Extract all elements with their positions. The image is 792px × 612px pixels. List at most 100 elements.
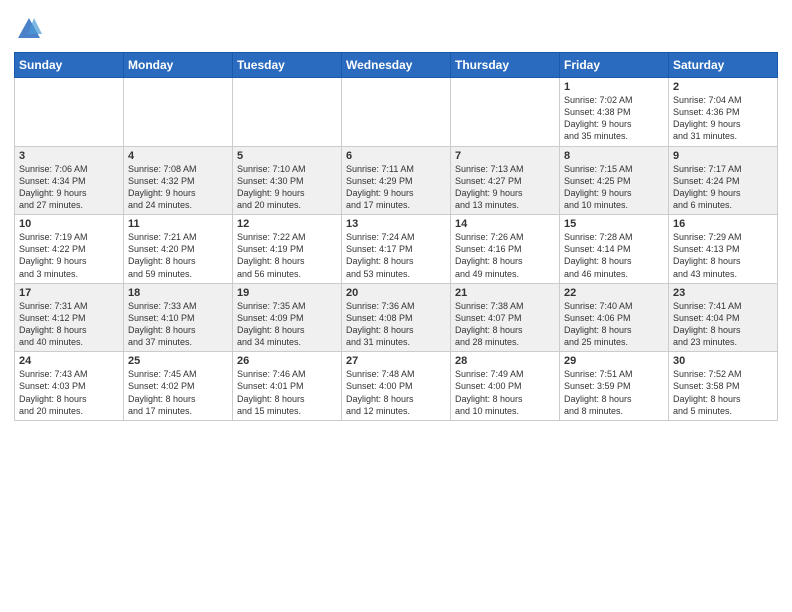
day-number: 2 (673, 81, 773, 93)
week-row-3: 10Sunrise: 7:19 AM Sunset: 4:22 PM Dayli… (15, 215, 778, 284)
day-number: 10 (19, 218, 119, 230)
day-cell: 30Sunrise: 7:52 AM Sunset: 3:58 PM Dayli… (669, 352, 778, 421)
day-number: 22 (564, 287, 664, 299)
day-info: Sunrise: 7:38 AM Sunset: 4:07 PM Dayligh… (455, 300, 555, 349)
day-number: 4 (128, 150, 228, 162)
day-cell: 27Sunrise: 7:48 AM Sunset: 4:00 PM Dayli… (342, 352, 451, 421)
col-header-thursday: Thursday (451, 53, 560, 78)
day-cell: 11Sunrise: 7:21 AM Sunset: 4:20 PM Dayli… (124, 215, 233, 284)
day-cell: 22Sunrise: 7:40 AM Sunset: 4:06 PM Dayli… (560, 283, 669, 352)
day-cell: 15Sunrise: 7:28 AM Sunset: 4:14 PM Dayli… (560, 215, 669, 284)
day-cell: 7Sunrise: 7:13 AM Sunset: 4:27 PM Daylig… (451, 146, 560, 215)
day-info: Sunrise: 7:15 AM Sunset: 4:25 PM Dayligh… (564, 163, 664, 212)
day-number: 7 (455, 150, 555, 162)
day-number: 20 (346, 287, 446, 299)
day-info: Sunrise: 7:40 AM Sunset: 4:06 PM Dayligh… (564, 300, 664, 349)
logo-icon (14, 14, 44, 44)
day-number: 21 (455, 287, 555, 299)
logo (14, 14, 48, 44)
col-header-saturday: Saturday (669, 53, 778, 78)
day-number: 28 (455, 355, 555, 367)
day-cell: 6Sunrise: 7:11 AM Sunset: 4:29 PM Daylig… (342, 146, 451, 215)
day-cell: 12Sunrise: 7:22 AM Sunset: 4:19 PM Dayli… (233, 215, 342, 284)
day-number: 30 (673, 355, 773, 367)
day-number: 18 (128, 287, 228, 299)
week-row-4: 17Sunrise: 7:31 AM Sunset: 4:12 PM Dayli… (15, 283, 778, 352)
col-header-monday: Monday (124, 53, 233, 78)
day-cell (451, 78, 560, 147)
day-info: Sunrise: 7:45 AM Sunset: 4:02 PM Dayligh… (128, 368, 228, 417)
day-info: Sunrise: 7:51 AM Sunset: 3:59 PM Dayligh… (564, 368, 664, 417)
day-info: Sunrise: 7:11 AM Sunset: 4:29 PM Dayligh… (346, 163, 446, 212)
day-info: Sunrise: 7:22 AM Sunset: 4:19 PM Dayligh… (237, 231, 337, 280)
col-header-sunday: Sunday (15, 53, 124, 78)
day-info: Sunrise: 7:35 AM Sunset: 4:09 PM Dayligh… (237, 300, 337, 349)
day-cell: 20Sunrise: 7:36 AM Sunset: 4:08 PM Dayli… (342, 283, 451, 352)
day-cell: 17Sunrise: 7:31 AM Sunset: 4:12 PM Dayli… (15, 283, 124, 352)
day-number: 25 (128, 355, 228, 367)
day-cell: 24Sunrise: 7:43 AM Sunset: 4:03 PM Dayli… (15, 352, 124, 421)
day-cell (233, 78, 342, 147)
header (14, 10, 778, 44)
day-info: Sunrise: 7:04 AM Sunset: 4:36 PM Dayligh… (673, 94, 773, 143)
day-number: 15 (564, 218, 664, 230)
day-info: Sunrise: 7:06 AM Sunset: 4:34 PM Dayligh… (19, 163, 119, 212)
week-row-1: 1Sunrise: 7:02 AM Sunset: 4:38 PM Daylig… (15, 78, 778, 147)
day-number: 23 (673, 287, 773, 299)
day-number: 29 (564, 355, 664, 367)
day-cell (15, 78, 124, 147)
day-info: Sunrise: 7:02 AM Sunset: 4:38 PM Dayligh… (564, 94, 664, 143)
day-number: 9 (673, 150, 773, 162)
day-info: Sunrise: 7:17 AM Sunset: 4:24 PM Dayligh… (673, 163, 773, 212)
day-info: Sunrise: 7:41 AM Sunset: 4:04 PM Dayligh… (673, 300, 773, 349)
day-cell: 18Sunrise: 7:33 AM Sunset: 4:10 PM Dayli… (124, 283, 233, 352)
day-cell: 3Sunrise: 7:06 AM Sunset: 4:34 PM Daylig… (15, 146, 124, 215)
day-number: 17 (19, 287, 119, 299)
day-number: 11 (128, 218, 228, 230)
day-info: Sunrise: 7:52 AM Sunset: 3:58 PM Dayligh… (673, 368, 773, 417)
day-number: 3 (19, 150, 119, 162)
day-number: 5 (237, 150, 337, 162)
col-header-friday: Friday (560, 53, 669, 78)
day-info: Sunrise: 7:13 AM Sunset: 4:27 PM Dayligh… (455, 163, 555, 212)
day-cell: 19Sunrise: 7:35 AM Sunset: 4:09 PM Dayli… (233, 283, 342, 352)
day-info: Sunrise: 7:24 AM Sunset: 4:17 PM Dayligh… (346, 231, 446, 280)
day-number: 26 (237, 355, 337, 367)
day-cell: 2Sunrise: 7:04 AM Sunset: 4:36 PM Daylig… (669, 78, 778, 147)
day-cell: 4Sunrise: 7:08 AM Sunset: 4:32 PM Daylig… (124, 146, 233, 215)
day-info: Sunrise: 7:29 AM Sunset: 4:13 PM Dayligh… (673, 231, 773, 280)
day-cell: 25Sunrise: 7:45 AM Sunset: 4:02 PM Dayli… (124, 352, 233, 421)
day-number: 19 (237, 287, 337, 299)
day-cell: 26Sunrise: 7:46 AM Sunset: 4:01 PM Dayli… (233, 352, 342, 421)
day-cell: 23Sunrise: 7:41 AM Sunset: 4:04 PM Dayli… (669, 283, 778, 352)
day-number: 1 (564, 81, 664, 93)
day-info: Sunrise: 7:21 AM Sunset: 4:20 PM Dayligh… (128, 231, 228, 280)
day-number: 27 (346, 355, 446, 367)
page: SundayMondayTuesdayWednesdayThursdayFrid… (0, 0, 792, 612)
day-cell: 29Sunrise: 7:51 AM Sunset: 3:59 PM Dayli… (560, 352, 669, 421)
day-info: Sunrise: 7:08 AM Sunset: 4:32 PM Dayligh… (128, 163, 228, 212)
day-number: 6 (346, 150, 446, 162)
calendar: SundayMondayTuesdayWednesdayThursdayFrid… (14, 52, 778, 421)
day-cell: 8Sunrise: 7:15 AM Sunset: 4:25 PM Daylig… (560, 146, 669, 215)
day-number: 13 (346, 218, 446, 230)
day-cell: 13Sunrise: 7:24 AM Sunset: 4:17 PM Dayli… (342, 215, 451, 284)
day-info: Sunrise: 7:46 AM Sunset: 4:01 PM Dayligh… (237, 368, 337, 417)
week-row-5: 24Sunrise: 7:43 AM Sunset: 4:03 PM Dayli… (15, 352, 778, 421)
day-cell: 14Sunrise: 7:26 AM Sunset: 4:16 PM Dayli… (451, 215, 560, 284)
week-row-2: 3Sunrise: 7:06 AM Sunset: 4:34 PM Daylig… (15, 146, 778, 215)
day-cell: 28Sunrise: 7:49 AM Sunset: 4:00 PM Dayli… (451, 352, 560, 421)
day-cell: 1Sunrise: 7:02 AM Sunset: 4:38 PM Daylig… (560, 78, 669, 147)
day-cell: 5Sunrise: 7:10 AM Sunset: 4:30 PM Daylig… (233, 146, 342, 215)
day-info: Sunrise: 7:10 AM Sunset: 4:30 PM Dayligh… (237, 163, 337, 212)
col-header-wednesday: Wednesday (342, 53, 451, 78)
day-info: Sunrise: 7:26 AM Sunset: 4:16 PM Dayligh… (455, 231, 555, 280)
day-number: 12 (237, 218, 337, 230)
day-info: Sunrise: 7:43 AM Sunset: 4:03 PM Dayligh… (19, 368, 119, 417)
day-cell (342, 78, 451, 147)
day-info: Sunrise: 7:19 AM Sunset: 4:22 PM Dayligh… (19, 231, 119, 280)
day-cell: 9Sunrise: 7:17 AM Sunset: 4:24 PM Daylig… (669, 146, 778, 215)
day-number: 16 (673, 218, 773, 230)
day-number: 8 (564, 150, 664, 162)
col-header-tuesday: Tuesday (233, 53, 342, 78)
